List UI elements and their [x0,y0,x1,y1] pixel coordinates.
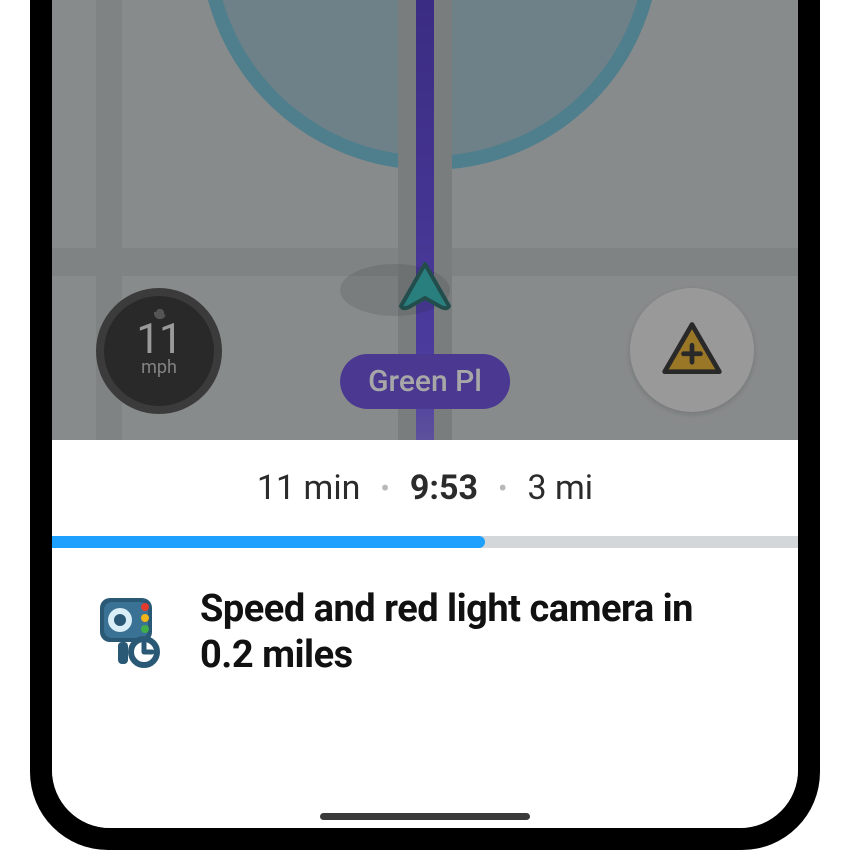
bullet-separator: • [498,472,507,505]
bullet-separator: • [380,472,389,505]
eta-duration: 11 min [257,468,361,508]
speed-camera-icon [96,592,172,668]
camera-alert[interactable]: Speed and red light camera in 0.2 miles [52,548,798,679]
eta-distance: 3 mi [527,468,593,508]
trip-progress-bar [52,536,798,548]
report-hazard-button[interactable] [630,288,754,412]
arrow-up-icon [395,258,455,318]
warning-plus-icon [659,317,725,383]
street-label: Green Pl [340,354,510,409]
phone-frame: Green Pl 11 mph 11 min • 9:53 • 3 mi [30,0,820,850]
eta-arrival-time: 9:53 [410,468,478,508]
screen: Green Pl 11 mph 11 min • 9:53 • 3 mi [52,0,798,828]
eta-row: 11 min • 9:53 • 3 mi [52,440,798,508]
vehicle-marker [395,258,455,318]
home-indicator[interactable] [320,813,530,820]
speedometer[interactable]: 11 mph [96,288,222,414]
trip-progress-fill [52,536,485,548]
camera-alert-text: Speed and red light camera in 0.2 miles [200,586,754,679]
trip-panel[interactable]: 11 min • 9:53 • 3 mi [52,440,798,828]
